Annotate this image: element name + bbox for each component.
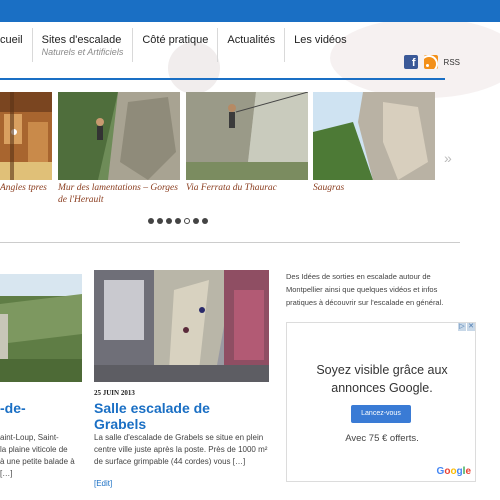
post-excerpt: La salle d'escalade de Grabels se situe …: [94, 432, 279, 468]
slide-caption[interactable]: Saugras: [313, 182, 443, 194]
nav-item-accueil[interactable]: cueil: [0, 28, 33, 62]
slide[interactable]: Mur des lamentations – Gorges de l'Herau…: [58, 92, 188, 206]
slider-dot[interactable]: [193, 218, 199, 224]
slide-caption[interactable]: Mur des lamentations – Gorges de l'Herau…: [58, 182, 188, 206]
sidebar-intro: Des Idées de sorties en escalade autour …: [286, 270, 478, 309]
slider-dot[interactable]: [202, 218, 208, 224]
slide-image-cliff: [58, 92, 180, 180]
slide-image-indoor: [0, 92, 52, 180]
post-excerpt-line: à une petite balade à: [0, 457, 75, 466]
slider-next-arrow[interactable]: »: [444, 150, 452, 166]
slide-image[interactable]: [186, 92, 308, 180]
ad-headline-line[interactable]: Soyez visible grâce aux: [287, 361, 477, 379]
ad-choices[interactable]: ▷ ✕: [457, 323, 475, 331]
ad-headline[interactable]: Soyez visible grâce aux annonces Google.: [287, 361, 477, 397]
nav-item-label: Les vidéos: [294, 34, 347, 46]
slide[interactable]: Saugras: [313, 92, 443, 194]
post-thumbnail-image: [94, 270, 269, 382]
post-excerpt-line: la plaine viticole de: [0, 445, 68, 454]
post-title[interactable]: -de-: [0, 400, 26, 416]
nav-item-label: Côté pratique: [142, 34, 209, 46]
ad-cta-button[interactable]: Lancez-vous: [351, 405, 411, 423]
nav-item-label: Actualités: [227, 34, 276, 46]
nav-item-label: cueil: [0, 34, 23, 46]
sidebar-intro-line: Montpellier ainsi que quelques vidéos et…: [286, 285, 438, 294]
main-nav: cueil Sites d'escalade Naturels et Artif…: [0, 28, 356, 62]
rss-label[interactable]: RSS: [444, 58, 460, 67]
slider-pagination: [148, 218, 208, 224]
post-excerpt-line: […]: [0, 469, 13, 478]
slider-dot[interactable]: [166, 218, 172, 224]
ad-info-icon[interactable]: ▷: [458, 323, 466, 331]
slide-image-saugras: [313, 92, 435, 180]
slider-dot-active[interactable]: [184, 218, 190, 224]
image-slider: Angles tpres Mur des lamentations – Gorg…: [0, 92, 445, 205]
post-excerpt-line: de surface grimpable (44 cordes) vous [……: [94, 457, 246, 466]
nav-item-actualites[interactable]: Actualités: [218, 28, 286, 62]
header-divider: [0, 78, 445, 80]
top-bar: [0, 0, 500, 22]
post-edit-link[interactable]: [Edit]: [94, 479, 112, 488]
slide-caption[interactable]: Via Ferrata du Thaurac: [186, 182, 316, 194]
slide-image[interactable]: [313, 92, 435, 180]
sidebar-intro-line: pratiques à découvrir sur l'escalade en …: [286, 298, 444, 307]
slider-dot[interactable]: [175, 218, 181, 224]
slide-image[interactable]: [0, 92, 52, 180]
post-excerpt-line: aint-Loup, Saint-: [0, 433, 59, 442]
ad-close-icon[interactable]: ✕: [467, 323, 475, 331]
post-title-line[interactable]: Grabels: [94, 416, 210, 432]
post-thumbnail[interactable]: [94, 270, 269, 382]
facebook-icon[interactable]: f: [403, 55, 418, 69]
rss-icon[interactable]: [423, 55, 438, 69]
ad-offer: Avec 75 € offerts.: [345, 433, 419, 444]
slide-image[interactable]: [58, 92, 180, 180]
social-links: f RSS: [403, 55, 460, 69]
post-date: 25 JUIN 2013: [94, 389, 135, 397]
post-thumbnail[interactable]: [0, 274, 82, 382]
sidebar-intro-line: Des Idées de sorties en escalade autour …: [286, 272, 431, 281]
nav-item-videos[interactable]: Les vidéos: [285, 28, 356, 62]
section-divider: [0, 242, 460, 243]
slide-image-via-ferrata: [186, 92, 308, 180]
ad-headline-line[interactable]: annonces Google.: [287, 379, 477, 397]
nav-item-label: Sites d'escalade: [41, 34, 122, 46]
post-title[interactable]: Salle escalade de Grabels: [94, 400, 210, 432]
google-ad[interactable]: ▷ ✕ Soyez visible grâce aux annonces Goo…: [286, 322, 476, 482]
post-excerpt-line: centre ville juste après la poste. Près …: [94, 445, 268, 454]
post-excerpt-line: La salle d'escalade de Grabels se situe …: [94, 433, 264, 442]
google-logo: Google: [436, 466, 471, 477]
slider-dot[interactable]: [157, 218, 163, 224]
slide[interactable]: Via Ferrata du Thaurac: [186, 92, 316, 194]
nav-item-cote-pratique[interactable]: Côté pratique: [133, 28, 219, 62]
post-title-line[interactable]: Salle escalade de: [94, 400, 210, 416]
nav-item-sublabel: Naturels et Artificiels: [41, 47, 124, 57]
nav-item-sites-escalade[interactable]: Sites d'escalade Naturels et Artificiels: [33, 28, 134, 62]
post-thumbnail-image: [0, 274, 82, 382]
slider-dot[interactable]: [148, 218, 154, 224]
post-excerpt: aint-Loup, Saint- la plaine viticole de …: [0, 432, 82, 480]
